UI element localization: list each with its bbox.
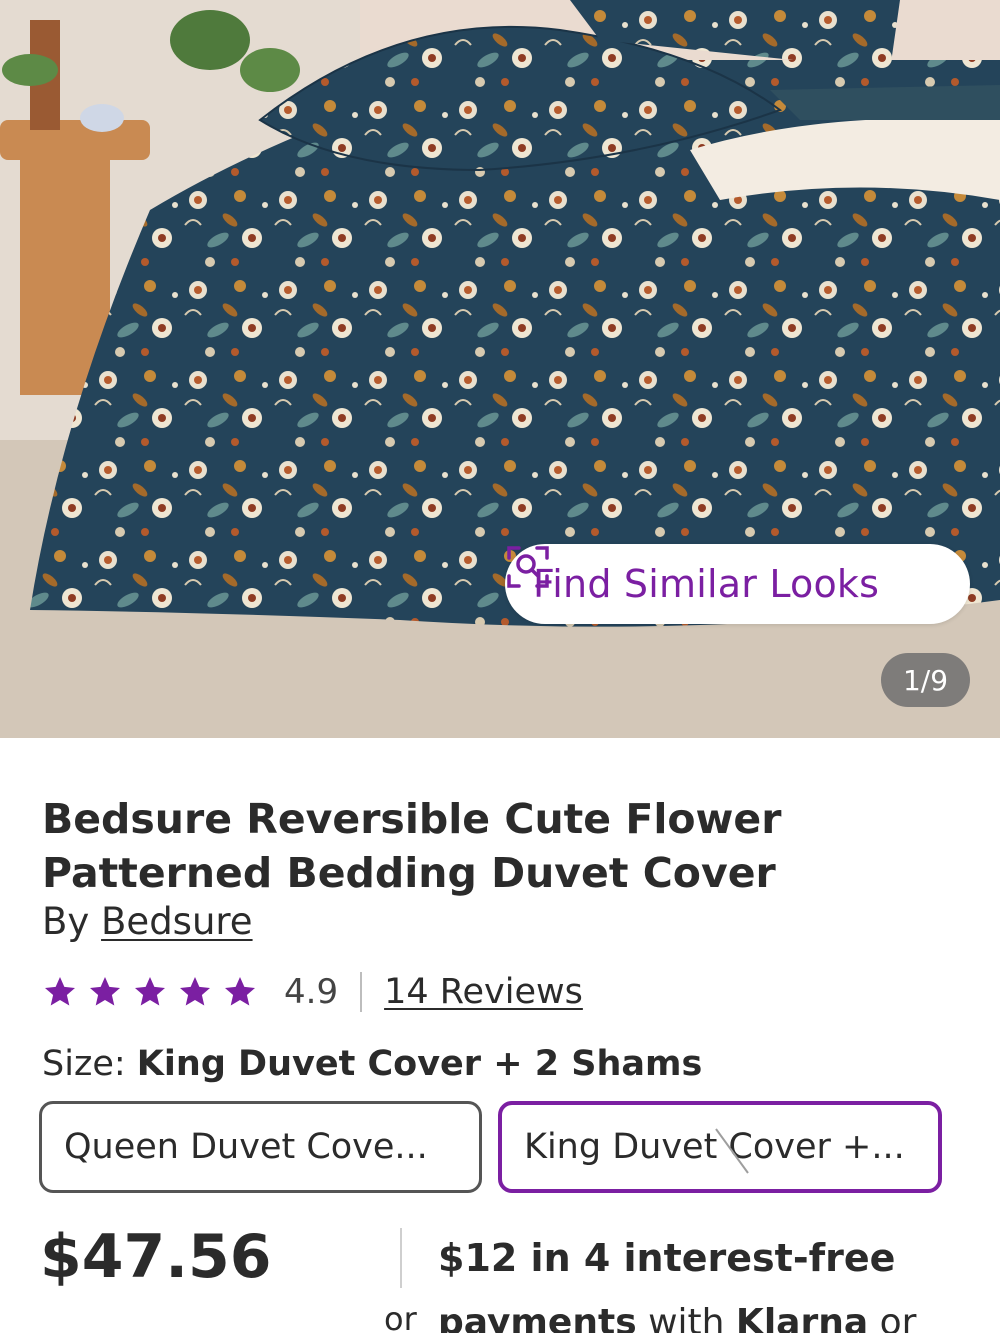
size-option-queen[interactable]: Queen Duvet Cove... [39,1101,482,1193]
size-option-label: Queen Duvet Cove... [64,1127,428,1167]
installment-or-trailing: or [879,1302,917,1333]
by-prefix: By [42,900,90,943]
rating-value: 4.9 [284,972,339,1012]
star-icon [225,977,255,1006]
image-counter: 1/9 [881,653,970,707]
star-icon [135,977,165,1006]
size-selection-label: Size: King Duvet Cover + 2 Shams [42,1044,702,1084]
installment-offer: $12 in 4 interest-free [438,1236,896,1280]
sale-price: $47.56 [40,1222,272,1292]
visual-search-icon [507,546,549,588]
find-similar-looks-button[interactable]: Find Similar Looks [505,544,970,624]
star-icon [45,977,75,1006]
product-title: Bedsure Reversible Cute Flower Patterned… [42,795,782,897]
price-divider [400,1228,402,1288]
brand-line: By Bedsure [42,900,253,943]
klarna-label: Klarna [735,1302,869,1333]
reviews-link[interactable]: 14 Reviews [384,972,583,1012]
installment-payments: payments [438,1302,637,1333]
find-similar-label: Find Similar Looks [533,562,880,606]
product-image[interactable]: Find Similar Looks 1/9 [0,0,1000,738]
size-option-king[interactable]: King Duvet Cover +... [498,1101,942,1193]
installment-or: or [384,1300,417,1333]
rating-divider [360,972,363,1012]
size-label: Size: [42,1044,126,1084]
installment-provider-line[interactable]: payments with Klarna or [438,1302,916,1333]
star-rating [42,974,258,1010]
rating-row: 4.9 14 Reviews [42,966,583,1018]
size-selected-value: King Duvet Cover + 2 Shams [136,1044,703,1084]
size-option-label: King Duvet Cover +... [524,1127,905,1167]
star-icon [90,977,120,1006]
bed-photo [0,0,1000,738]
star-icon [180,977,210,1006]
installment-with: with [648,1302,725,1333]
brand-link[interactable]: Bedsure [101,900,253,943]
